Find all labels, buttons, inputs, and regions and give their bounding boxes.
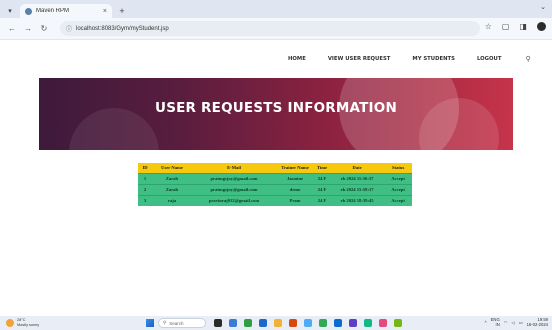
star-icon[interactable]: ☆ bbox=[485, 22, 492, 31]
cell-id: 1 bbox=[138, 172, 152, 184]
app-icon[interactable] bbox=[259, 319, 267, 327]
app-icon[interactable] bbox=[244, 319, 252, 327]
table-row: 2 Zarah pratmgsjoy@gmail.com demo 24 F e… bbox=[138, 183, 413, 195]
clock-date: 16-02-2024 bbox=[526, 321, 548, 327]
cell-time: 24 F bbox=[314, 194, 331, 206]
column-header: Time bbox=[314, 163, 331, 173]
weather-widget[interactable]: 28°C Mostly sunny bbox=[6, 318, 39, 327]
weather-temp: 28°C bbox=[17, 318, 26, 322]
cell-status: Accept bbox=[384, 183, 413, 195]
cell-user-name: raja bbox=[152, 194, 192, 206]
hero-banner: USER REQUESTS INFORMATION bbox=[39, 78, 513, 150]
browser-toolbar: ← → ↻ ⓘ localhost:8083/Gym/myStudent.jsp… bbox=[0, 18, 552, 40]
column-header: User Name bbox=[152, 163, 192, 173]
tray-overflow-icon[interactable]: ^ bbox=[485, 320, 487, 325]
cell-user-name: Zarah bbox=[152, 172, 192, 184]
address-url: localhost:8083/Gym/myStudent.jsp bbox=[76, 25, 169, 32]
sidepanel-icon[interactable]: ◨ bbox=[519, 22, 527, 31]
app-icon[interactable] bbox=[379, 319, 387, 327]
cell-trainer-name: Jasmine bbox=[276, 172, 314, 184]
os-taskbar: 28°C Mostly sunny ⚲ Search ^ ENG IN ◠ ◁ … bbox=[0, 316, 552, 330]
column-header: ID bbox=[138, 163, 152, 173]
cell-status: Accept bbox=[384, 194, 413, 206]
new-tab-button[interactable]: + bbox=[116, 4, 128, 18]
browser-tab[interactable]: Maven RPM × bbox=[20, 4, 112, 18]
cell-time: 24 F bbox=[314, 183, 331, 195]
system-tray: ^ ENG IN ◠ ◁ ▭ 19:59 16-02-2024 bbox=[485, 317, 548, 327]
tab-title: Maven RPM bbox=[36, 8, 70, 14]
table-row: 3 raja pravinraj012@gmail.com Pram 24 F … bbox=[138, 194, 413, 206]
nav-logout[interactable]: LOGOUT bbox=[477, 56, 501, 62]
app-icon[interactable] bbox=[289, 319, 297, 327]
profile-icon[interactable] bbox=[537, 22, 546, 31]
app-icon[interactable] bbox=[349, 319, 357, 327]
cell-status: Accept bbox=[384, 172, 413, 184]
cell-email: pravinraj012@gmail.com bbox=[192, 194, 276, 206]
table-row: 1 Zarah pratmgsjoy@gmail.com Jasmine 24 … bbox=[138, 172, 413, 184]
column-header: E-Mail bbox=[192, 163, 276, 173]
browser-tabbar: ▾ Maven RPM × + ⌄ bbox=[0, 0, 552, 18]
battery-icon[interactable]: ▭ bbox=[519, 320, 523, 325]
nav-home[interactable]: HOME bbox=[288, 56, 306, 62]
task-view-icon[interactable] bbox=[214, 319, 222, 327]
forward-icon[interactable]: → bbox=[22, 24, 34, 33]
volume-icon[interactable]: ◁ bbox=[511, 320, 514, 325]
table-header-row: ID User Name E-Mail Trainer Name Time Da… bbox=[138, 163, 413, 173]
weather-sun-icon bbox=[6, 318, 14, 327]
tab-close-icon[interactable]: × bbox=[103, 8, 107, 15]
taskbar-search[interactable]: ⚲ Search bbox=[158, 318, 206, 328]
weather-desc: Mostly sunny bbox=[17, 322, 40, 327]
wifi-icon[interactable]: ◠ bbox=[504, 320, 508, 325]
user-requests-table: ID User Name E-Mail Trainer Name Time Da… bbox=[138, 163, 413, 206]
column-header: Status bbox=[384, 163, 413, 173]
extensions-icon[interactable]: ▢ bbox=[502, 22, 510, 31]
cell-email: pratmgsjoy@gmail.com bbox=[192, 172, 276, 184]
vscode-icon[interactable] bbox=[334, 319, 342, 327]
tab-search-icon[interactable]: ▾ bbox=[4, 4, 16, 18]
search-icon[interactable]: ⚲ bbox=[525, 55, 530, 63]
windows-start-icon[interactable] bbox=[146, 319, 154, 327]
chrome-icon[interactable] bbox=[319, 319, 327, 327]
file-explorer-icon[interactable] bbox=[274, 319, 282, 327]
cell-date: eb 2024 11:56:37 bbox=[330, 172, 385, 184]
cell-trainer-name: Pram bbox=[276, 194, 314, 206]
address-bar[interactable]: ⓘ localhost:8083/Gym/myStudent.jsp bbox=[60, 21, 480, 36]
nav-my-students[interactable]: MY STUDENTS bbox=[412, 56, 455, 62]
reload-icon[interactable]: ↻ bbox=[38, 24, 50, 33]
cell-trainer-name: demo bbox=[276, 183, 314, 195]
page-title: USER REQUESTS INFORMATION bbox=[155, 100, 397, 116]
app-icon[interactable] bbox=[394, 319, 402, 327]
cell-date: eb 2024 18:39:45 bbox=[330, 194, 385, 206]
nav-view-user-request[interactable]: VIEW USER REQUEST bbox=[328, 56, 391, 62]
cell-email: pratmgsjoy@gmail.com bbox=[192, 183, 276, 195]
back-icon[interactable]: ← bbox=[6, 24, 18, 33]
taskbar-search-placeholder: Search bbox=[169, 320, 184, 326]
site-info-icon[interactable]: ⓘ bbox=[66, 24, 72, 33]
widgets-icon[interactable] bbox=[229, 319, 237, 327]
language-sub-indicator: IN bbox=[495, 321, 500, 327]
cell-id: 3 bbox=[138, 194, 152, 206]
cell-time: 24 F bbox=[314, 172, 331, 184]
cell-user-name: Zarah bbox=[152, 183, 192, 195]
cell-id: 2 bbox=[138, 183, 152, 195]
app-icon[interactable] bbox=[364, 319, 372, 327]
cell-date: eb 2024 15:58:17 bbox=[330, 183, 385, 195]
column-header: Date bbox=[330, 163, 385, 173]
column-header: Trainer Name bbox=[276, 163, 314, 173]
tab-list-icon[interactable]: ⌄ bbox=[540, 3, 546, 11]
favicon-icon bbox=[25, 7, 32, 15]
app-icon[interactable] bbox=[304, 319, 312, 327]
search-icon: ⚲ bbox=[163, 320, 167, 325]
site-navbar: HOME VIEW USER REQUEST MY STUDENTS LOGOU… bbox=[0, 40, 552, 78]
